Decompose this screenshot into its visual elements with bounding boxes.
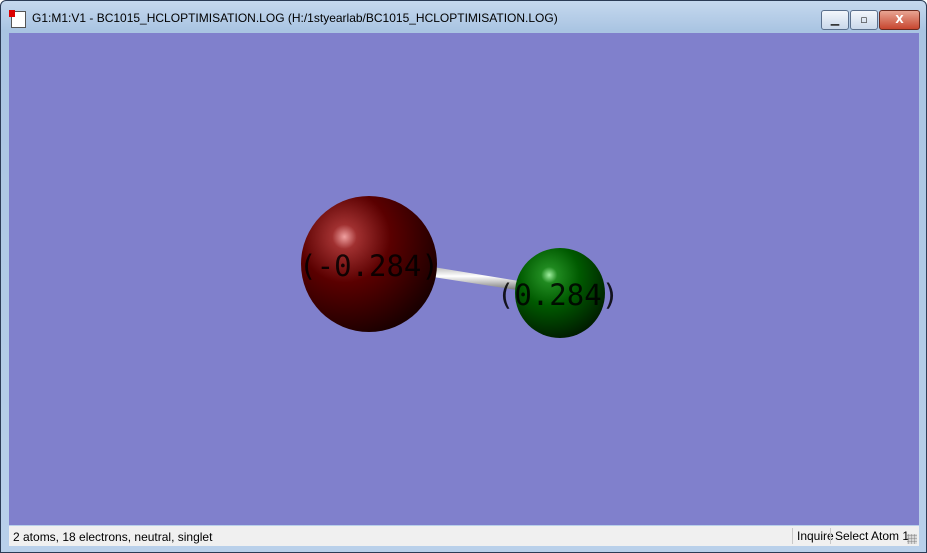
minimize-button[interactable]: ▁ xyxy=(821,10,849,30)
window-title: G1:M1:V1 - BC1015_HCLOPTIMISATION.LOG (H… xyxy=(32,11,558,25)
molecule-summary: 2 atoms, 18 electrons, neutral, singlet xyxy=(13,530,213,544)
status-bar: 2 atoms, 18 electrons, neutral, singlet … xyxy=(9,526,919,546)
charge-label-chlorine: (-0.284) xyxy=(299,249,439,283)
status-action: Select Atom 1 xyxy=(830,528,909,544)
maximize-button[interactable]: ▫ xyxy=(850,10,878,30)
title-bar[interactable]: G1:M1:V1 - BC1015_HCLOPTIMISATION.LOG (H… xyxy=(1,1,926,33)
resize-grip[interactable] xyxy=(907,534,917,544)
gaussview-window: G1:M1:V1 - BC1015_HCLOPTIMISATION.LOG (H… xyxy=(0,0,927,553)
close-button[interactable]: X xyxy=(879,10,920,30)
app-icon[interactable] xyxy=(9,10,26,28)
charge-label-hydrogen: (0.284) xyxy=(497,278,619,312)
status-mode: Inquire xyxy=(792,528,834,544)
molecule-viewport[interactable]: (-0.284) (0.284) xyxy=(9,33,919,525)
molecule-canvas[interactable]: (-0.284) (0.284) xyxy=(9,33,919,525)
